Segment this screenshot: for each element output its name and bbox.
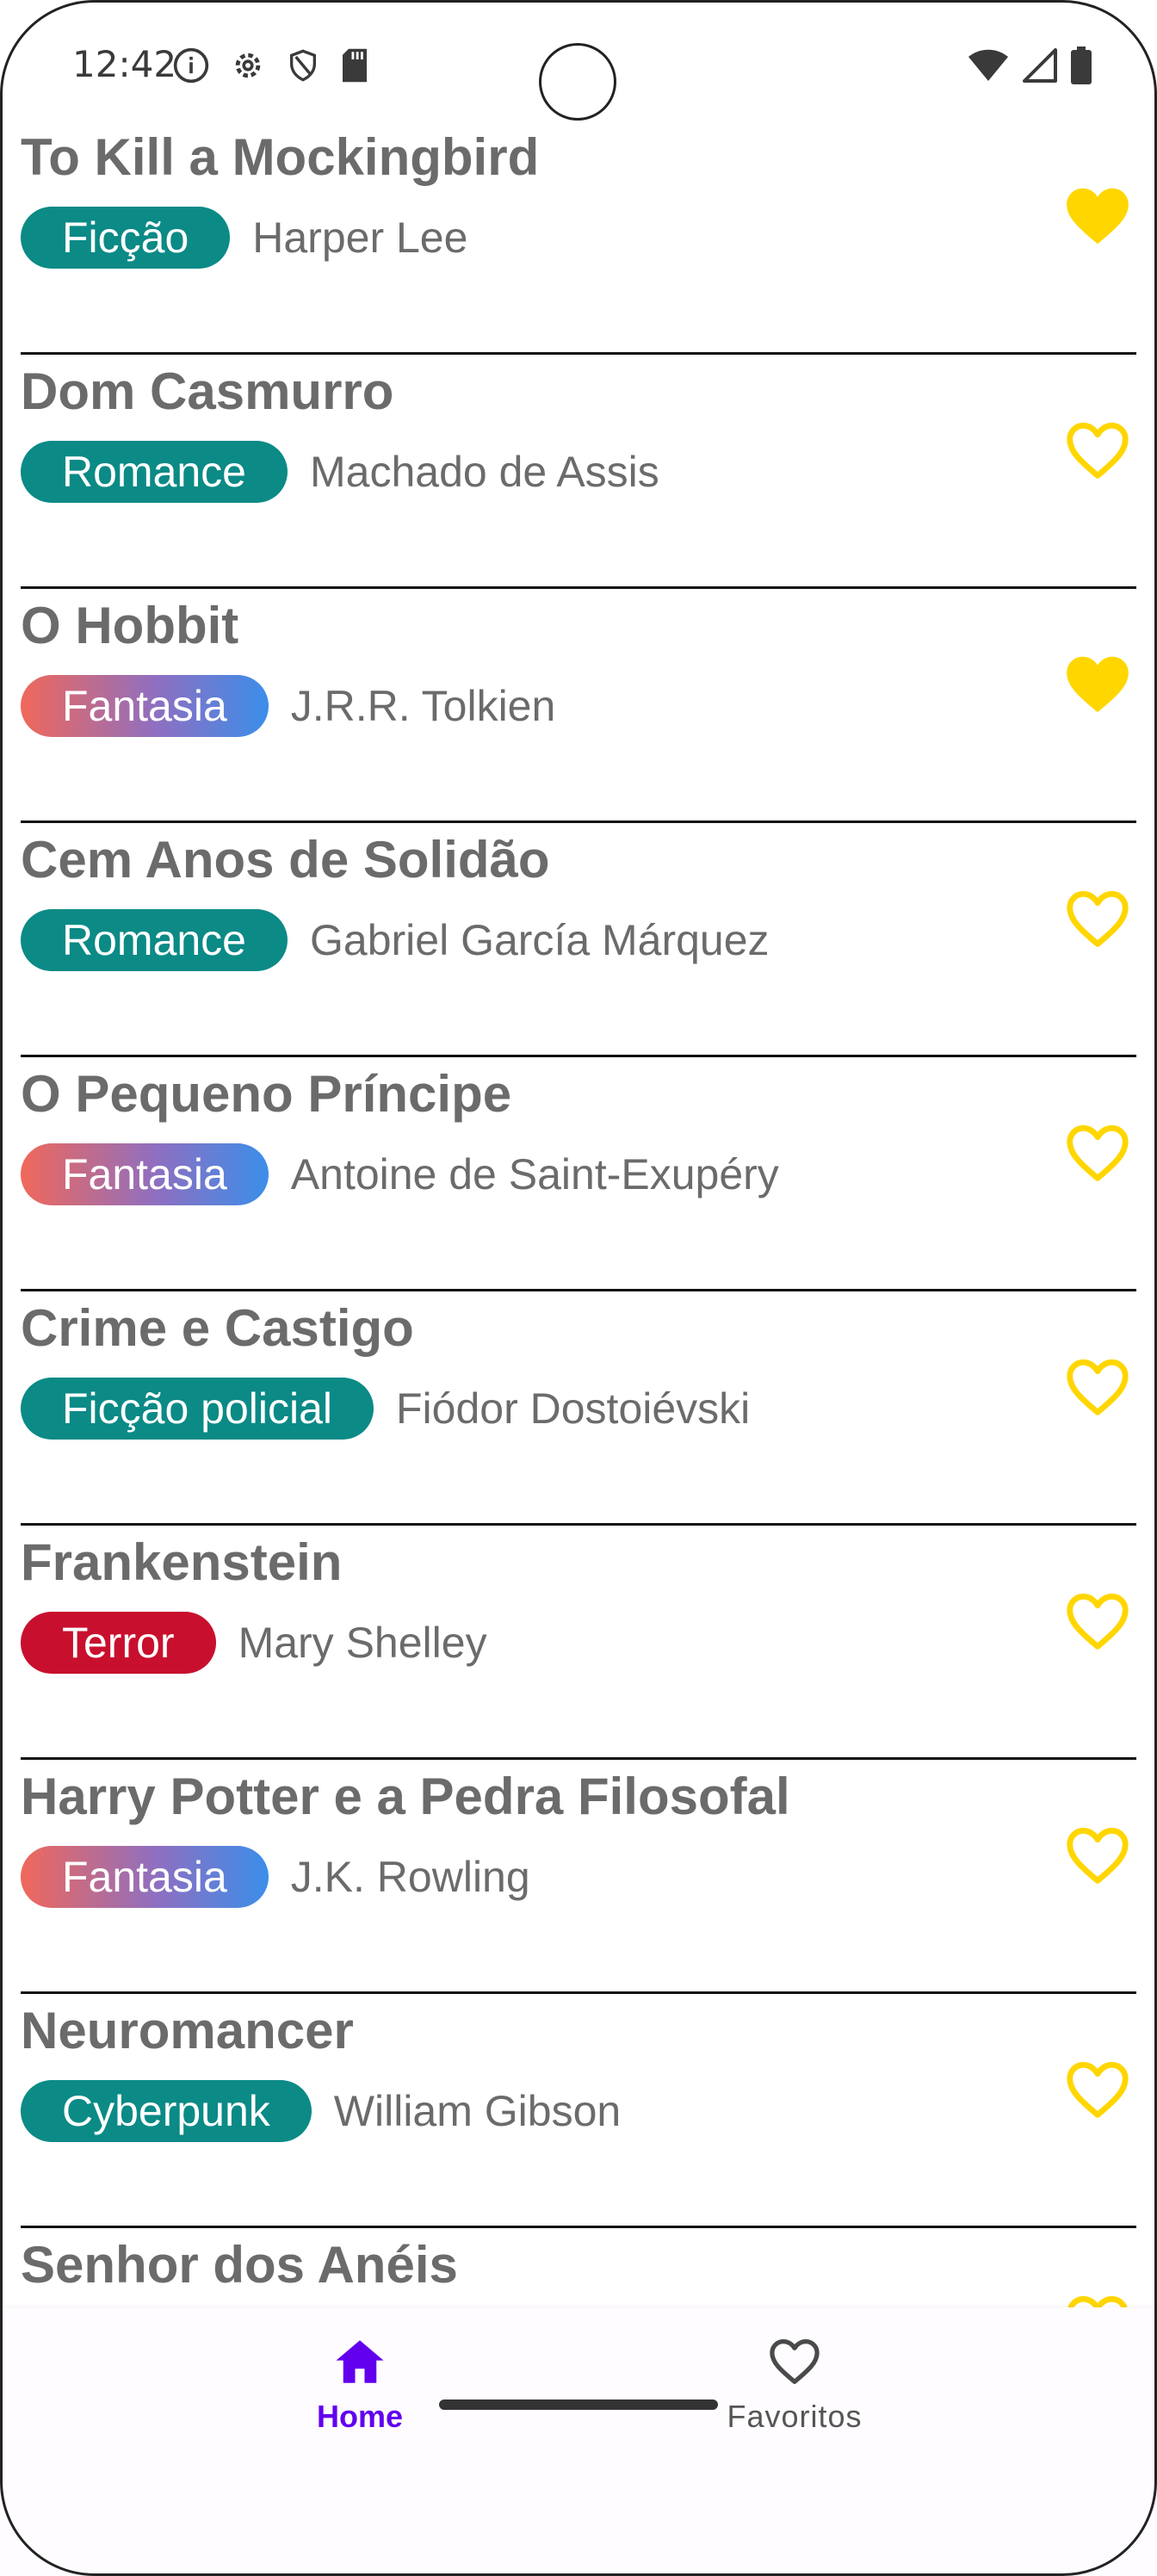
genre-chip: Ficção — [21, 207, 231, 269]
heart-outline-icon — [770, 2339, 820, 2384]
status-time: 12:42 — [72, 43, 177, 85]
book-meta-row: Ficção Harper Lee — [21, 207, 467, 269]
book-meta-row: Fantasia J.K. Rowling — [21, 1846, 530, 1908]
genre-chip: Cyberpunk — [21, 2080, 312, 2142]
book-author: Mary Shelley — [238, 1619, 487, 1667]
heart-outline-icon[interactable] — [1061, 1584, 1135, 1658]
front-camera — [539, 43, 616, 121]
genre-chip: Romance — [21, 909, 288, 971]
book-list-item[interactable]: Frankenstein Terror Mary Shelley — [0, 1526, 1157, 1760]
book-title: O Hobbit — [21, 597, 239, 654]
book-list-item[interactable]: Harry Potter e a Pedra Filosofal Fantasia… — [0, 1760, 1157, 1994]
book-title: Dom Casmurro — [21, 362, 394, 420]
nav-item-favorites[interactable]: Favoritos — [665, 2333, 924, 2435]
book-list-item[interactable]: Cem Anos de Solidão Romance Gabriel García… — [0, 823, 1157, 1057]
book-title: Frankenstein — [21, 1533, 343, 1591]
status-icons-left — [172, 46, 370, 84]
heart-outline-icon[interactable] — [1061, 2053, 1135, 2127]
book-list-item[interactable]: To Kill a Mockingbird Ficção Harper Lee — [0, 121, 1157, 355]
book-list-item[interactable]: O Pequeno Príncipe Fantasia Antoine de Sai… — [0, 1057, 1157, 1291]
sd-card-icon — [343, 48, 367, 83]
status-icons-right — [968, 46, 1092, 84]
book-title: Senhor dos Anéis — [21, 2236, 458, 2294]
heart-outline-icon[interactable] — [1061, 1818, 1135, 1892]
book-meta-row: Romance Machado de Assis — [21, 441, 659, 503]
book-list-item[interactable]: Neuromancer Cyberpunk William Gibson — [0, 1994, 1157, 2228]
book-meta-row: Terror Mary Shelley — [21, 1612, 487, 1674]
battery-icon — [1071, 46, 1092, 84]
app-screen: 12:42 To Kill a Mockingbird Ficção Harpe… — [0, 0, 1157, 2576]
cellular-signal-icon — [1023, 48, 1057, 83]
book-author: Harper Lee — [252, 214, 468, 262]
book-title: Neuromancer — [21, 2002, 354, 2059]
info-icon — [173, 47, 209, 84]
book-author: William Gibson — [333, 2087, 622, 2135]
book-title: To Kill a Mockingbird — [21, 128, 540, 186]
wifi-icon — [968, 49, 1008, 81]
status-bar: 12:42 — [0, 0, 1157, 129]
book-list[interactable]: To Kill a Mockingbird Ficção Harper Lee Dom… — [0, 121, 1157, 2462]
book-author: Fiódor Dostoiévski — [396, 1384, 751, 1433]
genre-chip: Ficção policial — [21, 1378, 374, 1440]
genre-chip: Fantasia — [21, 1143, 269, 1205]
book-title: Harry Potter e a Pedra Filosofal — [21, 1768, 790, 1825]
book-meta-row: Cyberpunk William Gibson — [21, 2080, 621, 2142]
book-author: Gabriel García Márquez — [310, 916, 770, 964]
genre-chip: Fantasia — [21, 675, 269, 737]
book-meta-row: Ficção policial Fiódor Dostoiévski — [21, 1378, 750, 1440]
book-title: O Pequeno Príncipe — [21, 1065, 512, 1123]
shield-icon — [290, 49, 316, 82]
book-author: Antoine de Saint-Exupéry — [290, 1150, 779, 1198]
book-author: J.K. Rowling — [290, 1853, 530, 1901]
heart-filled-icon[interactable] — [1061, 179, 1135, 253]
genre-chip: Terror — [21, 1612, 216, 1674]
genre-chip: Romance — [21, 441, 288, 503]
gesture-home-indicator[interactable] — [439, 2400, 718, 2410]
book-list-item[interactable]: Dom Casmurro Romance Machado de Assis — [0, 355, 1157, 589]
book-list-item[interactable]: Crime e Castigo Ficção policial Fiódor Dos… — [0, 1291, 1157, 1526]
book-list-item[interactable]: O Hobbit Fantasia J.R.R. Tolkien — [0, 589, 1157, 823]
book-author: Machado de Assis — [310, 448, 659, 496]
book-meta-row: Romance Gabriel García Márquez — [21, 909, 770, 971]
settings-gear-icon — [235, 53, 261, 78]
book-author: J.R.R. Tolkien — [290, 682, 556, 730]
heart-outline-icon[interactable] — [1061, 413, 1135, 487]
book-title: Crime e Castigo — [21, 1299, 414, 1357]
bottom-navigation-bar: Home Favoritos — [0, 2307, 1157, 2576]
home-icon — [336, 2340, 384, 2383]
book-meta-row: Fantasia Antoine de Saint-Exupéry — [21, 1143, 779, 1205]
genre-chip: Fantasia — [21, 1846, 269, 1908]
book-title: Cem Anos de Solidão — [21, 831, 550, 889]
heart-outline-icon[interactable] — [1061, 882, 1135, 956]
heart-filled-icon[interactable] — [1061, 647, 1135, 721]
nav-item-home[interactable]: Home — [231, 2333, 489, 2435]
heart-outline-icon[interactable] — [1061, 1116, 1135, 1190]
book-meta-row: Fantasia J.R.R. Tolkien — [21, 675, 555, 737]
heart-outline-icon[interactable] — [1061, 1350, 1135, 1424]
